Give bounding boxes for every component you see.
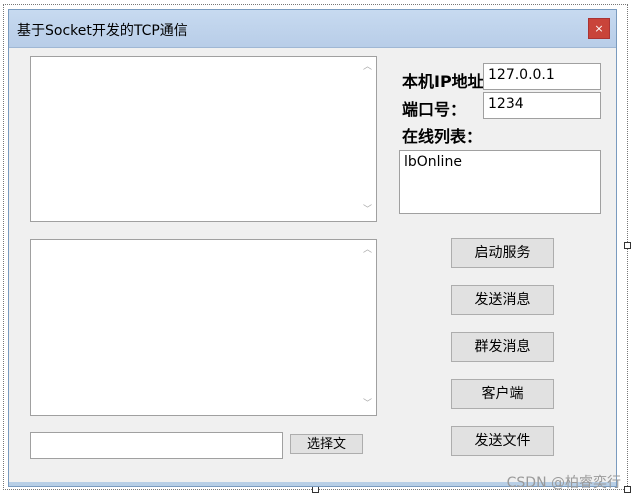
client-button[interactable]: 客户端 (451, 379, 554, 409)
online-listbox[interactable]: lbOnline (399, 150, 601, 214)
send-file-button[interactable]: 发送文件 (451, 426, 554, 456)
chevron-up-icon[interactable]: ︿ (363, 246, 372, 255)
vertical-scrollbar[interactable]: ︿ ﹀ (359, 240, 376, 415)
chevron-up-icon[interactable]: ︿ (363, 63, 372, 72)
choose-file-button[interactable]: 选择文 (290, 434, 363, 454)
list-item[interactable]: lbOnline (404, 154, 462, 170)
message-log-textarea[interactable]: ︿ ﹀ (30, 56, 377, 222)
form-window: 基于Socket开发的TCP通信 × ︿ ﹀ ︿ ﹀ 选择文 本机IP地址： 1… (8, 9, 617, 487)
file-path-field[interactable] (30, 432, 283, 459)
watermark-text: CSDN @柏睿奕行 (506, 475, 621, 491)
port-input[interactable]: 1234 (483, 92, 601, 119)
broadcast-message-button[interactable]: 群发消息 (451, 332, 554, 362)
online-list-label: 在线列表： (402, 127, 483, 146)
chevron-down-icon[interactable]: ﹀ (363, 400, 372, 409)
send-message-button[interactable]: 发送消息 (451, 285, 554, 315)
resize-handle-corner[interactable] (624, 486, 631, 493)
ip-input[interactable]: 127.0.0.1 (483, 63, 601, 90)
resize-handle-right[interactable] (624, 242, 631, 249)
chevron-down-icon[interactable]: ﹀ (363, 206, 372, 215)
vertical-scrollbar[interactable]: ︿ ﹀ (359, 57, 376, 221)
start-service-button[interactable]: 启动服务 (451, 238, 554, 268)
message-input-textarea[interactable]: ︿ ﹀ (30, 239, 377, 416)
resize-handle-bottom[interactable] (312, 486, 319, 493)
port-label: 端口号： (402, 100, 467, 119)
window-title: 基于Socket开发的TCP通信 (17, 23, 188, 39)
title-bar: 基于Socket开发的TCP通信 × (9, 10, 616, 48)
close-icon: × (594, 22, 604, 35)
close-button[interactable]: × (588, 18, 610, 39)
